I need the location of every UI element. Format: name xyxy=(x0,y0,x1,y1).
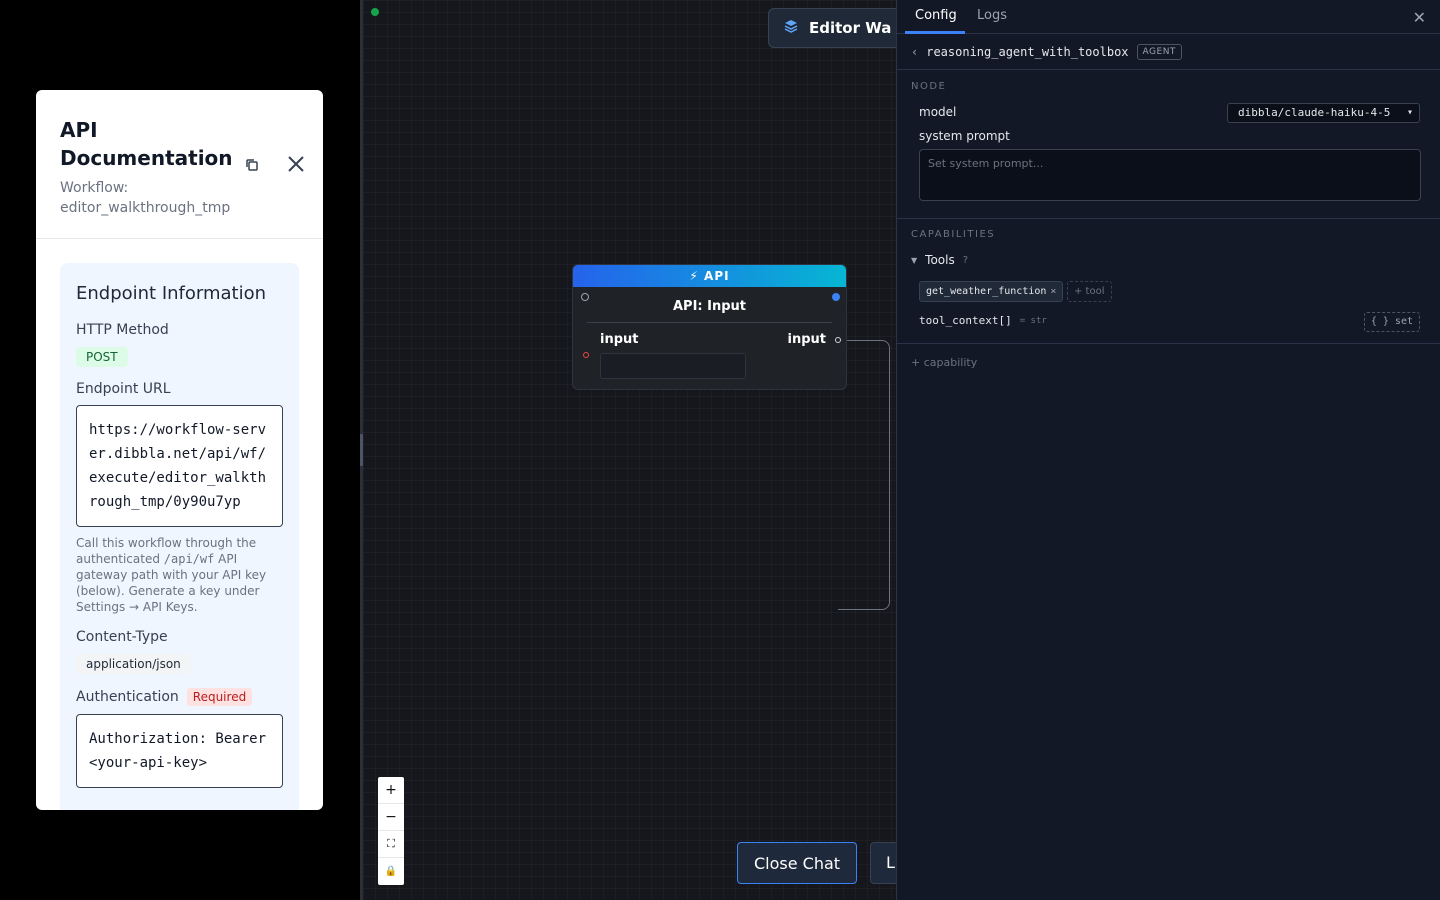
tool-context-type: = str xyxy=(1019,315,1047,326)
walkthrough-label: Editor Wa xyxy=(809,19,892,37)
caret-down-icon: ▼ xyxy=(911,255,918,265)
section-divider xyxy=(897,343,1440,344)
remove-tool-icon[interactable]: × xyxy=(1050,286,1056,297)
layers-icon xyxy=(783,18,799,38)
node-right-handle[interactable] xyxy=(832,293,840,301)
auth-header-code[interactable]: Authorization: Bearer <your-api-key> xyxy=(76,714,283,788)
modal-subtitle: Workflow: editor_walkthrough_tmp xyxy=(60,180,231,216)
model-row: model dibbla/claude-haiku-4-5 ▾ xyxy=(897,99,1440,123)
http-method-label: HTTP Method xyxy=(76,322,169,338)
zoom-controls: + − ⛶ 🔒 xyxy=(378,777,404,885)
editor-walkthrough-button[interactable]: Editor Wa xyxy=(768,8,896,48)
output-port[interactable] xyxy=(835,337,841,343)
help-icon[interactable]: ? xyxy=(963,255,968,266)
app-root: API Documentation Workflow: editor_walkt… xyxy=(0,0,1440,900)
endpoint-note: Call this workflow through the authentic… xyxy=(76,535,283,615)
fit-view-button[interactable]: ⛶ xyxy=(378,831,404,858)
node-header: ⚡ API xyxy=(573,265,846,287)
node-left-handle[interactable] xyxy=(581,293,589,301)
tools-label: Tools xyxy=(925,253,955,267)
left-backdrop: API Documentation Workflow: editor_walkt… xyxy=(0,0,360,900)
close-chat-button[interactable]: Close Chat xyxy=(737,842,857,884)
node-breadcrumb: ‹ reasoning_agent_with_toolbox AGENT xyxy=(897,34,1440,70)
tools-header[interactable]: ▼ Tools ? xyxy=(911,253,968,267)
tab-logs[interactable]: Logs xyxy=(977,8,1007,23)
status-dot xyxy=(371,8,379,16)
api-input-node[interactable]: ⚡ API API: Input input input xyxy=(572,264,847,390)
config-panel: Config Logs ✕ ‹ reasoning_agent_with_too… xyxy=(896,0,1440,900)
output-port-label: input xyxy=(787,332,827,347)
flow-canvas[interactable]: Editor Wa ⚡ API API: Input input input +… xyxy=(363,0,896,900)
input-port[interactable] xyxy=(583,352,589,358)
zoom-out-button[interactable]: − xyxy=(378,804,404,831)
endpoint-url-label: Endpoint URL xyxy=(76,381,171,397)
zoom-in-button[interactable]: + xyxy=(378,777,404,804)
model-value: dibbla/claude-haiku-4-5 xyxy=(1238,106,1391,119)
set-context-button[interactable]: { } set xyxy=(1363,312,1420,332)
system-prompt-input[interactable]: Set system prompt... xyxy=(919,149,1421,201)
active-tab-indicator xyxy=(905,31,965,34)
add-capability-button[interactable]: + capability xyxy=(911,356,977,369)
note-code: /api/wf xyxy=(163,552,215,566)
system-prompt-label: system prompt xyxy=(919,129,1010,143)
authentication-label: Authentication Required xyxy=(76,688,283,706)
http-method-badge: POST xyxy=(76,347,128,367)
endpoint-card: Endpoint Information HTTP Method POST En… xyxy=(60,263,299,810)
back-chevron-icon[interactable]: ‹ xyxy=(911,45,918,59)
card-title: Endpoint Information xyxy=(76,283,267,304)
panel-tabs: Config Logs ✕ xyxy=(897,0,1440,34)
content-type-badge: application/json xyxy=(76,654,191,674)
node-title: API: Input xyxy=(672,299,747,314)
input-port-label: input xyxy=(600,332,639,347)
tool-context-name: tool_context[] xyxy=(919,314,1012,327)
auth-label-text: Authentication xyxy=(76,689,179,705)
content-type-label: Content-Type xyxy=(76,629,168,645)
modal-body: Endpoint Information HTTP Method POST En… xyxy=(36,239,323,810)
tool-chip-label: get_weather_function xyxy=(926,286,1047,297)
modal-header: API Documentation Workflow: editor_walkt… xyxy=(36,90,323,239)
tool-context-row: tool_context[] = str xyxy=(919,314,1047,327)
model-label: model xyxy=(919,105,957,119)
endpoint-url[interactable]: https://workflow-server.dibbla.net/api/w… xyxy=(76,405,283,527)
close-icon[interactable]: ✕ xyxy=(1413,8,1426,27)
api-docs-modal: API Documentation Workflow: editor_walkt… xyxy=(36,90,323,810)
copy-icon[interactable] xyxy=(244,157,260,173)
secondary-button[interactable]: L xyxy=(870,842,896,884)
required-badge: Required xyxy=(186,688,253,706)
tab-config[interactable]: Config xyxy=(915,8,957,23)
add-tool-button[interactable]: + tool xyxy=(1067,281,1112,302)
node-input-field[interactable] xyxy=(600,353,746,379)
section-capabilities-title: CAPABILITIES xyxy=(911,229,996,240)
lock-button[interactable]: 🔒 xyxy=(378,858,404,885)
modal-title: API Documentation xyxy=(60,118,233,170)
node-type-badge: AGENT xyxy=(1136,43,1182,60)
section-node-title: NODE xyxy=(911,81,947,92)
chevron-down-icon: ▾ xyxy=(1406,107,1413,118)
close-icon[interactable] xyxy=(286,154,306,174)
tool-chip[interactable]: get_weather_function × xyxy=(919,281,1064,302)
model-select[interactable]: dibbla/claude-haiku-4-5 ▾ xyxy=(1227,103,1420,123)
node-name: reasoning_agent_with_toolbox xyxy=(926,44,1129,59)
node-divider xyxy=(587,322,832,323)
